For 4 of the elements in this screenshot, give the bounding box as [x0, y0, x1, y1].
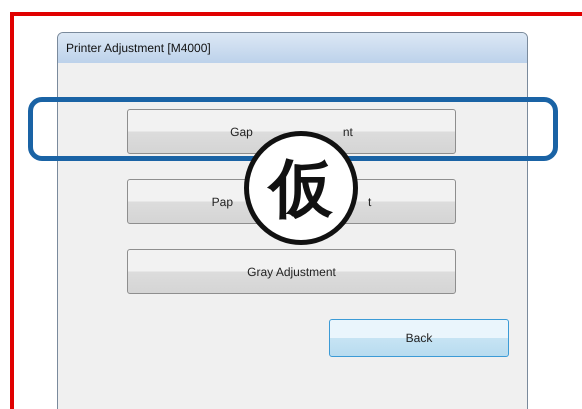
window-title: Printer Adjustment [M4000] — [58, 33, 527, 63]
adjustment-button[interactable]: Gray Adjustment — [127, 249, 456, 294]
adjustment-button[interactable]: Gap nt — [127, 109, 456, 154]
back-button[interactable]: Back — [329, 319, 509, 357]
